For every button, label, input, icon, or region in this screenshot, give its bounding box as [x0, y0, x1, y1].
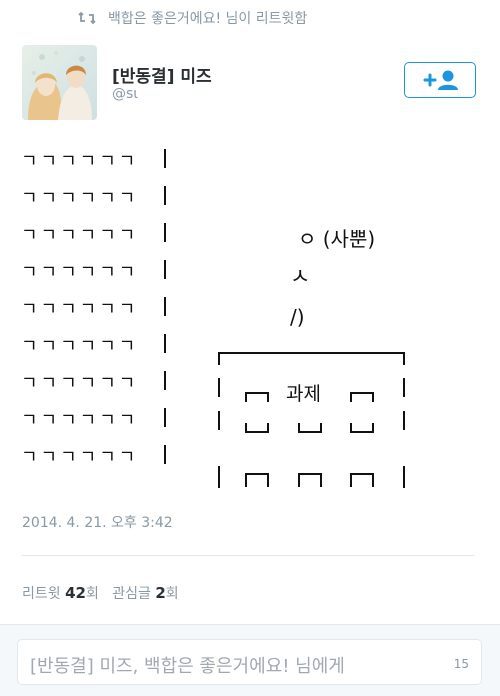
- reply-bar: [반동결] 미즈, 백합은 좋은거에요! 님에게 15: [0, 624, 500, 696]
- tweet-row-bar: [164, 223, 166, 242]
- user-name[interactable]: [반동결] 미즈: [112, 62, 212, 87]
- tweet-row-bar: [164, 445, 166, 464]
- likes-label[interactable]: 관심글: [112, 586, 151, 602]
- retweet-text[interactable]: 백합은 좋은거에요! 님이 리트윗함: [108, 8, 307, 28]
- tweet-row-text: ㄱㄱㄱㄱㄱㄱ: [21, 188, 139, 209]
- retweets-label[interactable]: 리트윗: [22, 586, 61, 602]
- avatar[interactable]: [22, 45, 97, 120]
- follow-button[interactable]: [404, 62, 476, 98]
- retweets-unit: 회: [85, 586, 99, 602]
- user-handle[interactable]: @sι: [112, 86, 138, 102]
- divider: [22, 555, 474, 556]
- tweet-row-text: ㄱㄱㄱㄱㄱㄱ: [21, 299, 139, 320]
- tweet-row-text: ㄱㄱㄱㄱㄱㄱ: [21, 151, 139, 172]
- retweets-count[interactable]: 42: [65, 584, 86, 602]
- tweet-stats: 리트윗 42회 관심글 2회: [22, 583, 179, 603]
- tweet-row-text: ㄱㄱㄱㄱㄱㄱ: [21, 262, 139, 283]
- art-line-3: /): [290, 305, 305, 329]
- tweet-row-text: ㄱㄱㄱㄱㄱㄱ: [21, 410, 139, 431]
- reply-input[interactable]: [반동결] 미즈, 백합은 좋은거에요! 님에게 15: [17, 639, 482, 685]
- tweet-text: ㄱㄱㄱㄱㄱㄱ ㄱㄱㄱㄱㄱㄱ ㄱㄱㄱㄱㄱㄱ ㄱㄱㄱㄱㄱㄱ ㄱㄱㄱㄱㄱㄱ ㄱㄱㄱㄱㄱㄱ ㄱㄱㄱㄱ…: [0, 135, 500, 495]
- tweet-row-bar: [164, 260, 166, 279]
- tweet-row-bar: [164, 297, 166, 316]
- likes-unit: 회: [165, 586, 179, 602]
- building-label: 과제: [286, 383, 321, 405]
- art-line-1: ㅇ (사뿐): [298, 227, 376, 251]
- tweet-row-text: ㄱㄱㄱㄱㄱㄱ: [21, 447, 139, 468]
- tweet-row-bar: [164, 186, 166, 205]
- retweet-icon: [78, 11, 96, 25]
- tweet-timestamp[interactable]: 2014. 4. 21. 오후 3:42: [22, 512, 173, 532]
- likes-count[interactable]: 2: [155, 584, 165, 602]
- reply-placeholder: [반동결] 미즈, 백합은 좋은거에요! 님에게: [30, 656, 345, 677]
- retweet-header: 백합은 좋은거에요! 님이 리트윗함: [78, 8, 307, 28]
- tweet-row-bar: [164, 334, 166, 353]
- tweet-row-text: ㄱㄱㄱㄱㄱㄱ: [21, 225, 139, 246]
- tweet-row-bar: [164, 371, 166, 390]
- tweet-row-bar: [164, 408, 166, 427]
- tweet-row-text: ㄱㄱㄱㄱㄱㄱ: [21, 336, 139, 357]
- tweet-row-text: ㄱㄱㄱㄱㄱㄱ: [21, 373, 139, 394]
- add-user-icon: [423, 70, 458, 90]
- tweet-row-bar: [164, 149, 166, 168]
- art-line-2: ㅅ: [290, 265, 311, 290]
- reply-char-count: 15: [453, 657, 469, 671]
